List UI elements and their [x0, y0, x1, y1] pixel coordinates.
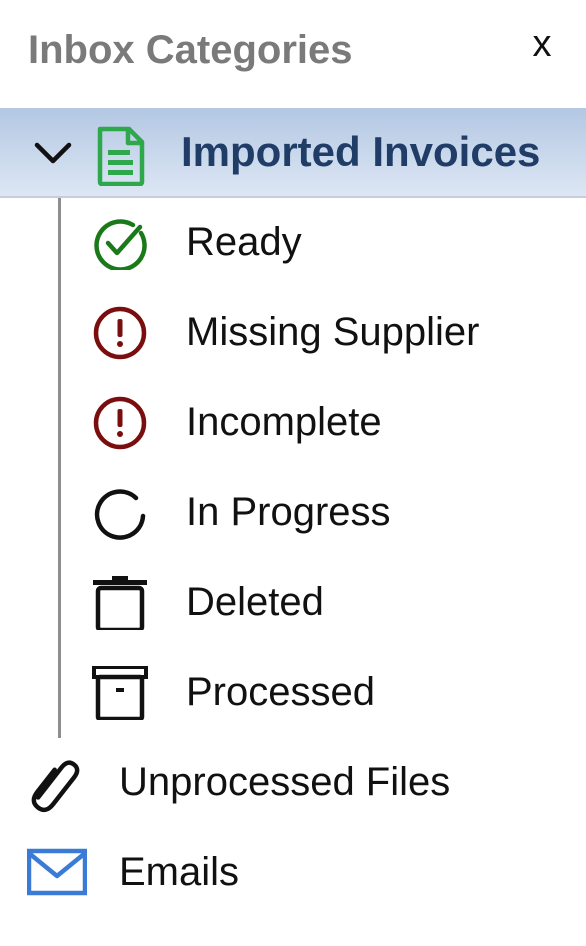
panel-header: Inbox Categories x	[0, 0, 586, 108]
envelope-icon	[27, 848, 87, 896]
category-label: Imported Invoices	[181, 128, 541, 175]
panel-title: Inbox Categories	[28, 28, 353, 72]
subcategory-label: Deleted	[186, 580, 324, 624]
chevron-down-icon[interactable]	[32, 135, 74, 171]
subcategory-label: In Progress	[186, 490, 391, 534]
archive-box-icon	[92, 666, 148, 720]
subcategory-incomplete[interactable]: Incomplete	[0, 378, 586, 468]
subcategory-deleted[interactable]: Deleted	[0, 558, 586, 648]
document-icon	[97, 126, 145, 186]
subcategory-processed[interactable]: Processed	[0, 648, 586, 738]
subcategory-label: Incomplete	[186, 400, 382, 444]
subcategory-in-progress[interactable]: In Progress	[0, 468, 586, 558]
category-label: Unprocessed Files	[119, 760, 451, 804]
subcategory-ready[interactable]: Ready	[0, 198, 586, 288]
paperclip-icon	[31, 760, 80, 813]
progress-circle-icon	[94, 489, 146, 540]
check-circle-icon	[94, 219, 147, 270]
subcategory-missing-supplier[interactable]: Missing Supplier	[0, 288, 586, 378]
close-button[interactable]: x	[524, 22, 560, 66]
inbox-categories-panel: Inbox Categories x Imported Invoices Rea…	[0, 0, 586, 946]
exclamation-circle-icon	[93, 396, 147, 450]
subcategory-label: Processed	[186, 670, 375, 714]
subcategory-label: Ready	[186, 220, 302, 264]
subcategory-label: Missing Supplier	[186, 310, 480, 354]
category-emails[interactable]: Emails	[0, 828, 586, 918]
category-unprocessed-files[interactable]: Unprocessed Files	[0, 738, 586, 828]
exclamation-circle-icon	[93, 306, 147, 360]
trash-icon	[93, 576, 147, 630]
category-imported-invoices[interactable]: Imported Invoices	[0, 108, 586, 198]
category-label: Emails	[119, 850, 240, 894]
